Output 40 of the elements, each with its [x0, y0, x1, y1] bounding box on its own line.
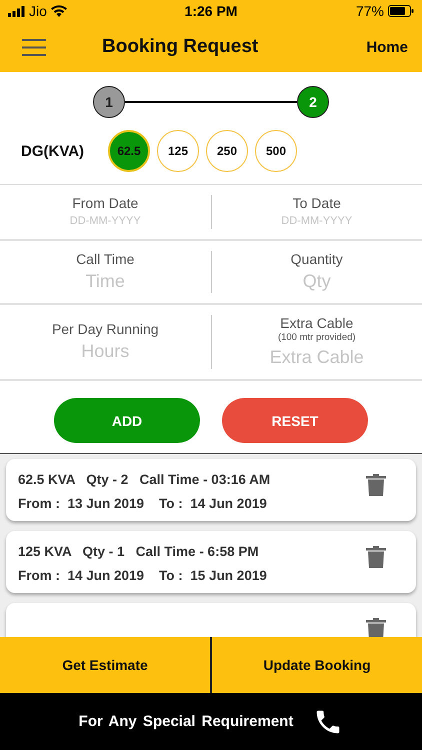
menu-button[interactable]	[22, 38, 46, 56]
action-button[interactable]: Get Estimate	[0, 637, 210, 693]
trash-icon[interactable]	[366, 546, 386, 568]
booking-summary: 125 KVA Qty - 1 Call Time - 6:58 PM	[18, 544, 260, 559]
field-label: Extra Cable	[280, 315, 354, 331]
carrier-name: Jio	[29, 3, 47, 19]
booking-dates: From : 13 Jun 2019 To : 14 Jun 2019	[18, 496, 268, 511]
step-circle: 2	[297, 86, 329, 118]
battery-icon	[388, 5, 414, 17]
kva-option[interactable]: 250	[206, 130, 248, 172]
page-title: Booking Request	[101, 36, 260, 58]
field-label: To Date	[292, 195, 341, 211]
wifi-icon	[50, 5, 67, 17]
field-label: Call Time	[76, 251, 134, 267]
trash-icon[interactable]	[366, 618, 386, 637]
input-field[interactable]: Time	[25, 269, 186, 293]
signal-icon	[8, 6, 25, 16]
kva-option[interactable]: 500	[255, 130, 297, 172]
input-field[interactable]: Extra Cable	[236, 345, 397, 369]
kva-option[interactable]: 62.5	[108, 130, 150, 172]
field-label: From Date	[72, 195, 138, 211]
battery-percent: 77%	[356, 3, 384, 19]
dg-label: DG(KVA)	[21, 142, 86, 160]
input-field[interactable]: DD-MM-YYYY	[236, 213, 397, 229]
input-field[interactable]: Hours	[25, 339, 186, 363]
home-button[interactable]: Home	[366, 38, 408, 56]
kva-option[interactable]: 125	[157, 130, 199, 172]
booking-dates: From : 14 Jun 2019 To : 15 Jun 2019	[18, 568, 268, 583]
trash-icon[interactable]	[366, 474, 386, 496]
clock-time: 1:26 PM	[184, 3, 238, 19]
reset-button[interactable]: RESET	[222, 398, 368, 443]
add-button[interactable]: ADD	[54, 398, 200, 443]
step-circle: 1	[93, 86, 125, 118]
booking-summary: 62.5 KVA Qty - 2 Call Time - 03:16 AM	[18, 472, 272, 487]
input-field[interactable]: DD-MM-YYYY	[25, 213, 186, 229]
field-label: Quantity	[290, 251, 343, 267]
field-label: Per Day Running	[52, 321, 159, 337]
field-note: (100 mtr provided)	[278, 332, 356, 343]
footer-text: For Any Special Requirement	[78, 713, 294, 730]
input-field[interactable]: Qty	[236, 269, 397, 293]
